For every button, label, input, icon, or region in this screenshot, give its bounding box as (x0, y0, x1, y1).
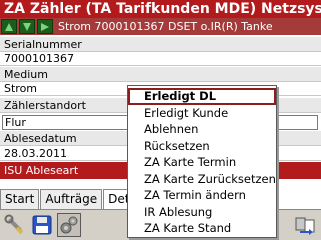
tools-icon (4, 214, 24, 235)
nav-up-button[interactable] (1, 19, 17, 34)
save-button[interactable] (30, 213, 54, 237)
menu-item-erledigt-dl[interactable]: Erledigt DL (128, 88, 276, 105)
serial-value: 7000101367 (0, 52, 321, 66)
nav-down-button[interactable] (19, 19, 35, 34)
tab-orders[interactable]: Aufträge (40, 189, 103, 209)
nav-right-button[interactable] (37, 19, 53, 34)
menu-item-ruecksetzen[interactable]: Rücksetzen (128, 138, 276, 155)
menu-item-za-karte-stand[interactable]: ZA Karte Stand (128, 220, 276, 237)
menu-item-ir-ablesung[interactable]: IR Ablesung (128, 204, 276, 221)
menu-item-ablehnen[interactable]: Ablehnen (128, 121, 276, 138)
transfer-icon (295, 217, 315, 235)
arrow-right-icon (41, 22, 49, 31)
tab-start[interactable]: Start (0, 189, 40, 209)
settings-icon (60, 216, 78, 234)
menu-item-za-karte-termin[interactable]: ZA Karte Termin (128, 154, 276, 171)
transfer-button[interactable] (293, 213, 317, 237)
context-menu: Erledigt DL Erledigt Kunde Ablehnen Rück… (127, 85, 277, 238)
record-bar: Strom 7000101367 DSET o.IR(R) Tanke (0, 18, 321, 35)
menu-item-za-karte-zuruecksetzen[interactable]: ZA Karte Zurücksetzen (128, 171, 276, 188)
record-summary: Strom 7000101367 DSET o.IR(R) Tanke (58, 20, 273, 33)
menu-item-za-termin-aendern[interactable]: ZA Termin ändern (128, 187, 276, 204)
app-title-bar: ZA Zähler (TA Tarifkunden MDE) Netzsyste… (0, 0, 321, 18)
settings-button[interactable] (57, 213, 81, 237)
arrow-up-icon (5, 22, 13, 31)
save-icon (32, 215, 52, 235)
arrow-down-icon (23, 22, 31, 31)
menu-item-erledigt-kunde[interactable]: Erledigt Kunde (128, 105, 276, 122)
reading-type-label: ISU Ableseart (4, 164, 79, 177)
tools-button[interactable] (3, 213, 27, 237)
medium-label: Medium (0, 67, 321, 82)
serial-label: Serialnummer (0, 37, 321, 52)
app-title: ZA Zähler (TA Tarifkunden MDE) Netzsyste… (4, 1, 321, 17)
